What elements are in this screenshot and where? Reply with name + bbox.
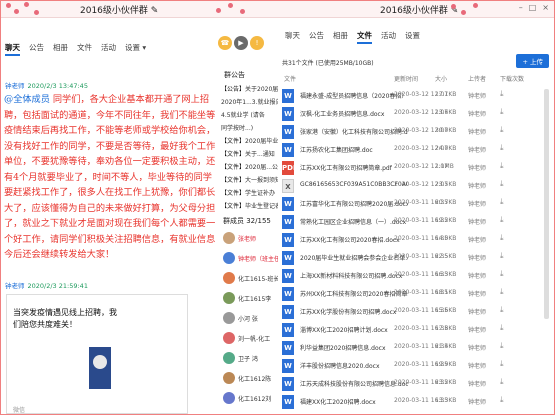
window-border bbox=[0, 0, 555, 415]
